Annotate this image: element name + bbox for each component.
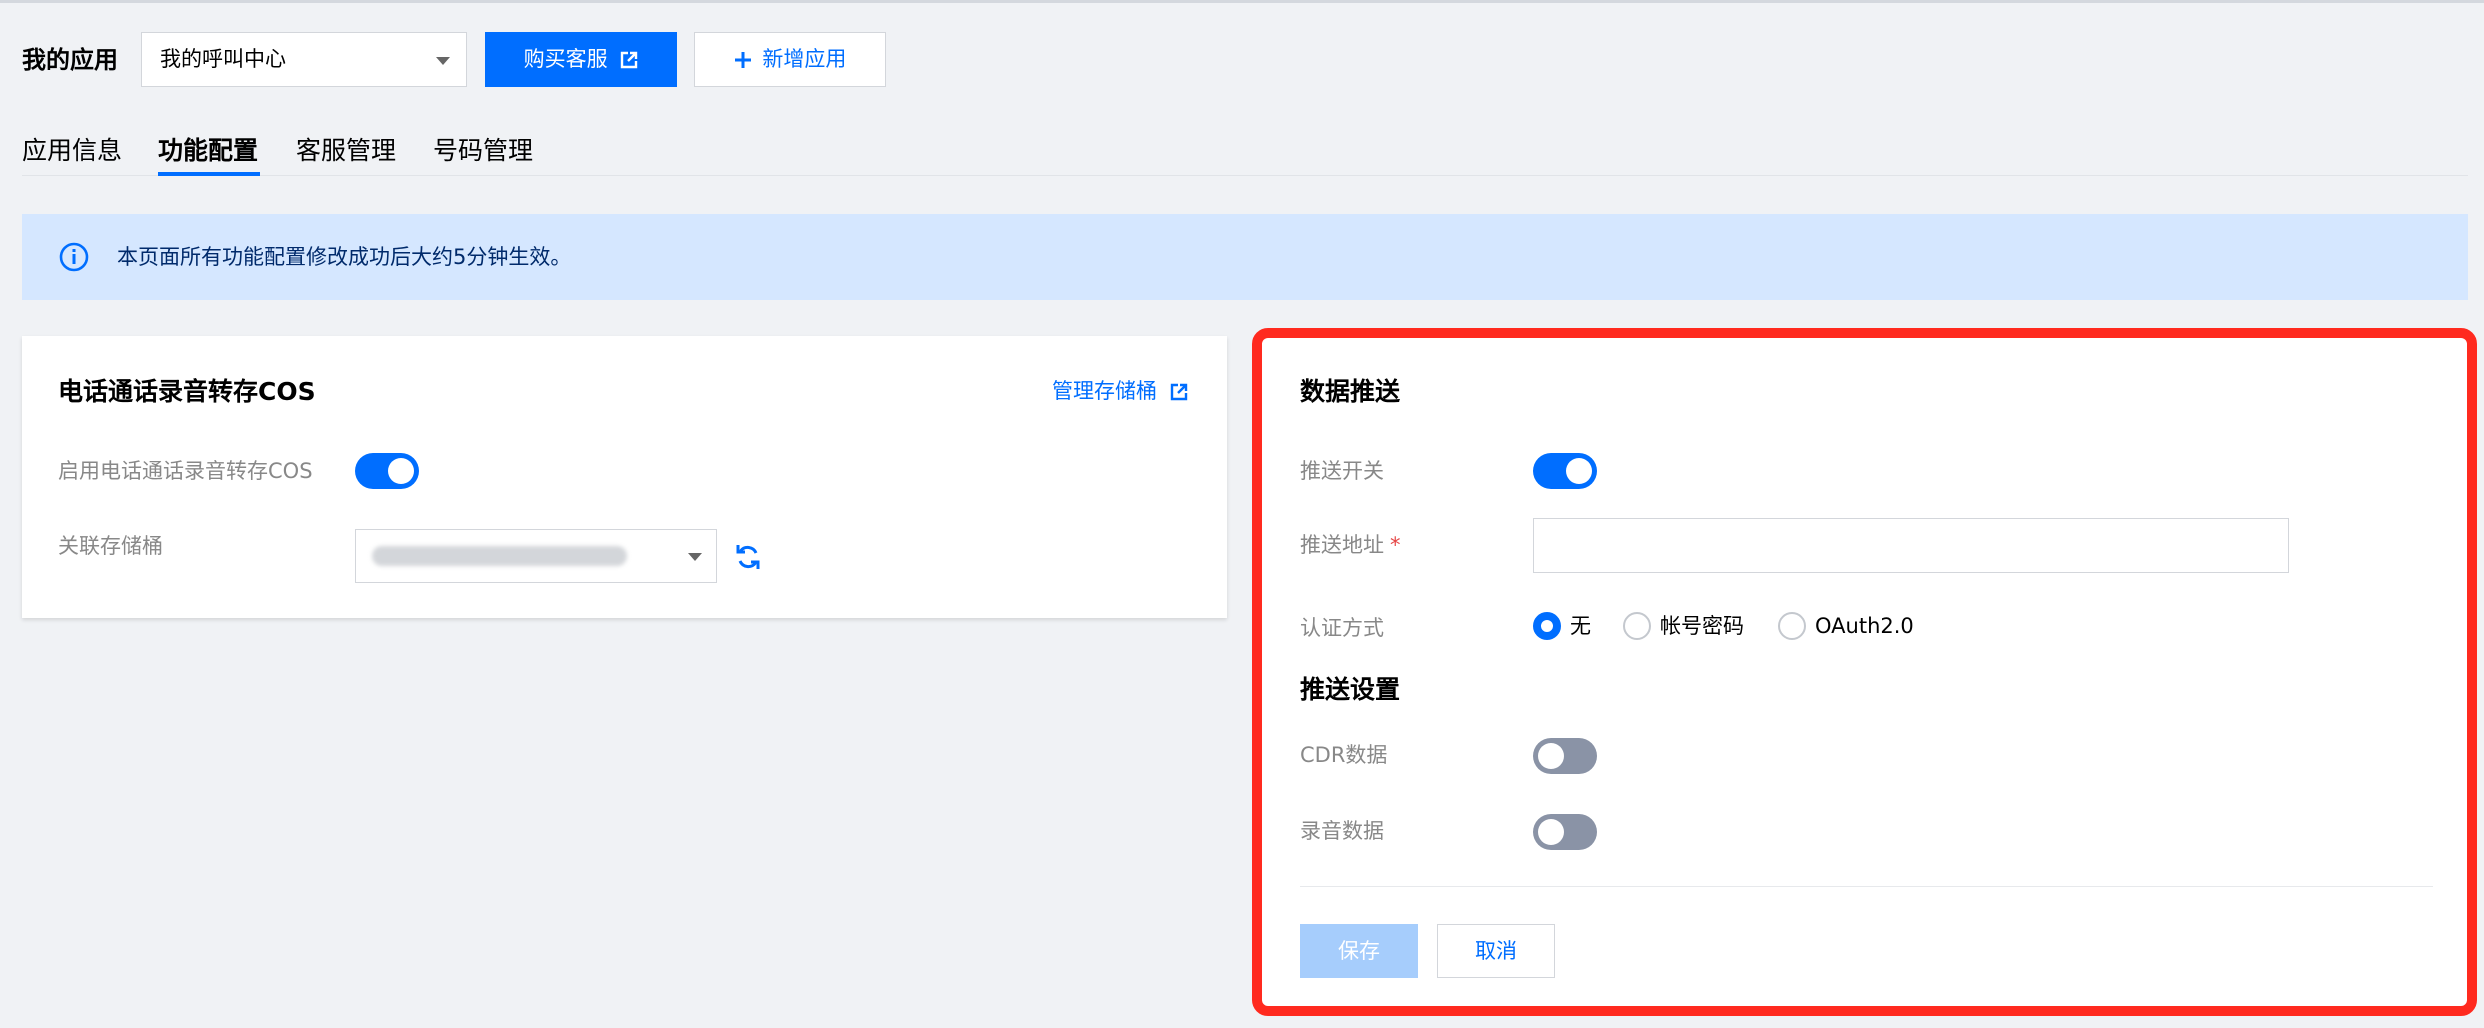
recording-card-title: 电话通话录音转存COS [58,377,316,406]
record-data-label: 录音数据 [1300,819,1384,843]
manage-bucket-label: 管理存储桶 [1052,379,1157,403]
refresh-icon[interactable] [733,542,763,572]
auth-radio-oauth[interactable] [1778,612,1806,640]
toggle-knob [1538,743,1564,769]
caret-down-icon [436,57,450,65]
notice-text: 本页面所有功能配置修改成功后大约5分钟生效。 [117,245,572,269]
push-switch-toggle[interactable] [1533,453,1597,489]
data-push-card [1252,328,2477,1016]
app-select[interactable]: 我的呼叫中心 [141,32,467,87]
tabs-divider [22,175,2468,176]
top-border [0,0,2484,3]
tab-number-management[interactable]: 号码管理 [433,133,533,169]
push-address-label-text: 推送地址 [1300,533,1384,557]
auth-option-none-label[interactable]: 无 [1570,611,1591,641]
info-icon [59,242,89,272]
save-button[interactable]: 保存 [1300,924,1418,978]
buy-service-label: 购买客服 [523,47,608,71]
add-app-button[interactable]: 新增应用 [694,32,886,87]
auth-option-oauth-label[interactable]: OAuth2.0 [1815,611,1914,641]
my-app-label: 我的应用 [22,46,118,74]
add-app-label: 新增应用 [762,47,847,71]
toggle-knob [1566,458,1592,484]
required-mark: * [1390,533,1401,557]
app-select-value: 我的呼叫中心 [160,47,286,71]
external-link-icon [621,51,638,69]
auth-radio-none[interactable] [1533,612,1561,640]
enable-recording-toggle[interactable] [355,453,419,489]
toggle-knob [388,458,414,484]
buy-service-button[interactable]: 购买客服 [485,32,677,87]
push-address-label: 推送地址 * [1300,530,1401,560]
toggle-knob [1538,819,1564,845]
external-link-icon [1170,383,1187,401]
cdr-data-label: CDR数据 [1300,743,1388,767]
bucket-label: 关联存储桶 [58,534,163,558]
auth-radio-password[interactable] [1623,612,1651,640]
active-tab-indicator [158,172,260,176]
auth-method-label: 认证方式 [1300,616,1384,640]
auth-option-password-label[interactable]: 帐号密码 [1660,611,1744,641]
bucket-value-redacted [372,546,627,566]
form-divider [1300,886,2433,887]
push-address-input[interactable] [1533,518,2289,573]
tab-agent-management[interactable]: 客服管理 [296,133,396,169]
cancel-button[interactable]: 取消 [1437,924,1555,978]
push-settings-title: 推送设置 [1300,675,1401,704]
record-data-toggle[interactable] [1533,814,1597,850]
data-push-title: 数据推送 [1300,377,1401,406]
manage-bucket-link[interactable]: 管理存储桶 [1052,376,1188,406]
push-switch-label: 推送开关 [1300,459,1384,483]
tab-app-info[interactable]: 应用信息 [22,133,122,169]
cdr-data-toggle[interactable] [1533,738,1597,774]
tab-feature-config[interactable]: 功能配置 [158,133,258,169]
plus-icon [734,52,751,68]
enable-recording-label: 启用电话通话录音转存COS [58,459,313,483]
caret-down-icon [688,553,702,561]
